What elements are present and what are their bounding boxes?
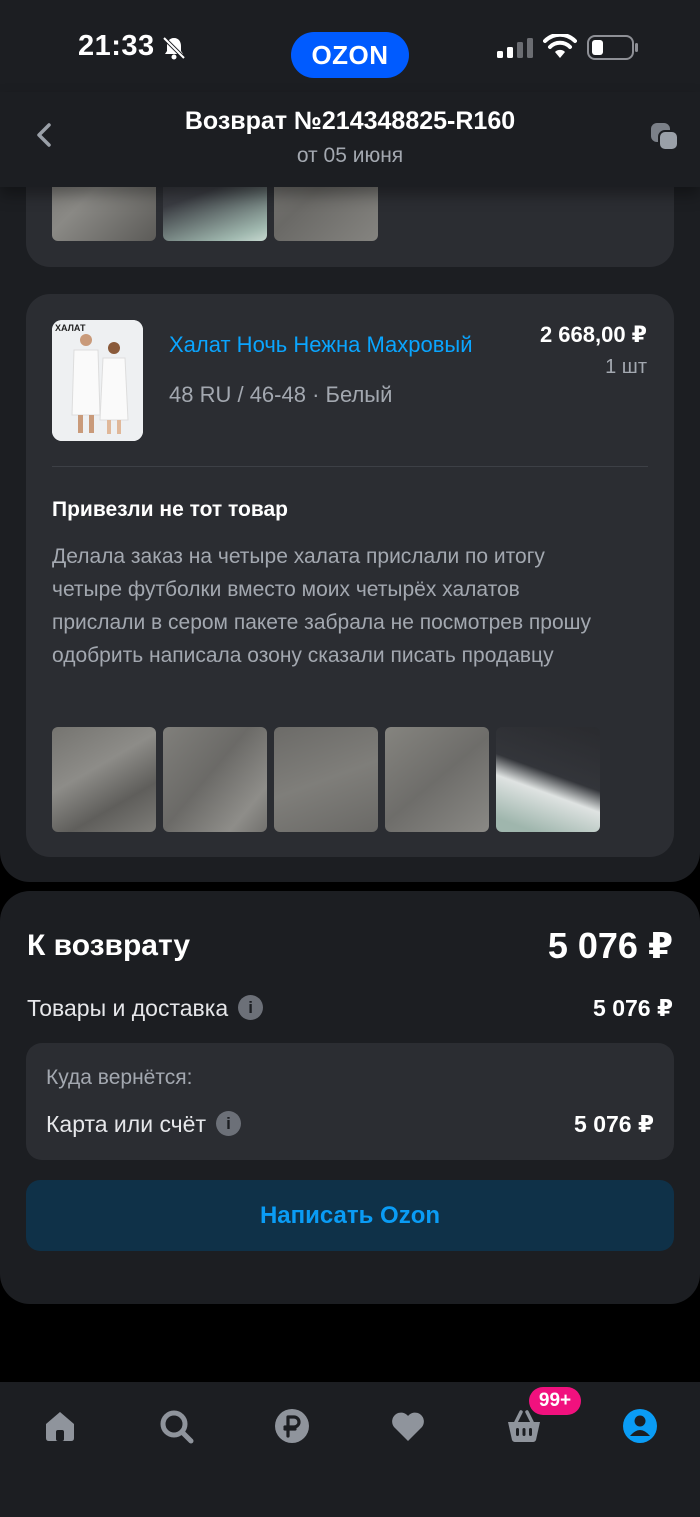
- status-bar: 21:33 OZON: [0, 0, 700, 92]
- robe-photo-icon: ХАЛАТ: [52, 320, 143, 441]
- refund-method-value: 5 076 ₽: [574, 1111, 654, 1137]
- bottom-tab-bar: [0, 1382, 700, 1517]
- refund-title: К возврату: [27, 929, 191, 962]
- cellular-signal-icon: [497, 38, 533, 58]
- divider: [52, 466, 648, 467]
- battery-icon: [587, 35, 638, 60]
- product-variant: 48 RU / 46-48 · Белый: [169, 382, 393, 407]
- photo-thumbnail[interactable]: [163, 727, 267, 832]
- info-icon[interactable]: i: [216, 1111, 241, 1137]
- bell-muted-icon: [162, 36, 186, 60]
- product-quantity: 1 шт: [605, 356, 647, 378]
- refund-method-label: Карта или счёт: [46, 1111, 206, 1137]
- heart-icon[interactable]: [388, 1406, 428, 1446]
- profile-icon[interactable]: [620, 1406, 660, 1446]
- photo-thumbnail[interactable]: [274, 727, 378, 832]
- cart-badge: 99+: [529, 1387, 581, 1415]
- page-subtitle: от 05 июня: [296, 144, 404, 167]
- refund-method-row: Карта или счёт i: [46, 1111, 241, 1138]
- photo-thumbnail[interactable]: [52, 727, 156, 832]
- wifi-icon: [543, 34, 577, 58]
- home-icon[interactable]: [40, 1406, 80, 1446]
- header-bar: Возврат №214348825-R160 от 05 июня: [0, 92, 700, 187]
- product-image[interactable]: ХАЛАТ: [52, 320, 143, 441]
- write-ozon-button[interactable]: Написать Ozon: [26, 1180, 674, 1251]
- refund-destination-box: Куда вернётся: Карта или счёт i 5 076 ₽: [26, 1043, 674, 1160]
- status-time: 21:33: [78, 30, 155, 62]
- goods-and-delivery-row: Товары и доставка i: [27, 995, 264, 1022]
- photo-gallery: [52, 727, 612, 832]
- refund-summary: К возврату 5 076 ₽ Товары и доставка i 5 …: [0, 891, 700, 1304]
- search-icon[interactable]: [156, 1406, 196, 1446]
- return-item-card: ХАЛАТ Халат Ночь Нежна Махровый 48 RU / …: [26, 294, 674, 857]
- refund-total: 5 076 ₽: [547, 925, 673, 966]
- product-image-caption: ХАЛАТ: [55, 323, 86, 333]
- return-reason-title: Привезли не тот товар: [52, 498, 288, 521]
- goods-and-delivery-value: 5 076 ₽: [593, 995, 673, 1021]
- product-price: 2 668,00 ₽: [539, 322, 647, 347]
- return-reason-text: Делала заказ на четыре халата прислали п…: [52, 545, 592, 667]
- info-icon[interactable]: i: [238, 995, 264, 1021]
- photo-thumbnail[interactable]: [385, 727, 489, 832]
- ruble-icon[interactable]: [272, 1406, 312, 1446]
- page-title: Возврат №214348825-R160: [184, 107, 516, 135]
- product-name-link[interactable]: Халат Ночь Нежна Махровый: [169, 332, 473, 358]
- ozon-logo: OZON: [291, 32, 409, 78]
- goods-and-delivery-label: Товары и доставка: [27, 995, 229, 1021]
- photo-thumbnail[interactable]: [496, 727, 600, 832]
- copy-icon[interactable]: [648, 120, 680, 152]
- refund-destination-label: Куда вернётся:: [46, 1066, 193, 1089]
